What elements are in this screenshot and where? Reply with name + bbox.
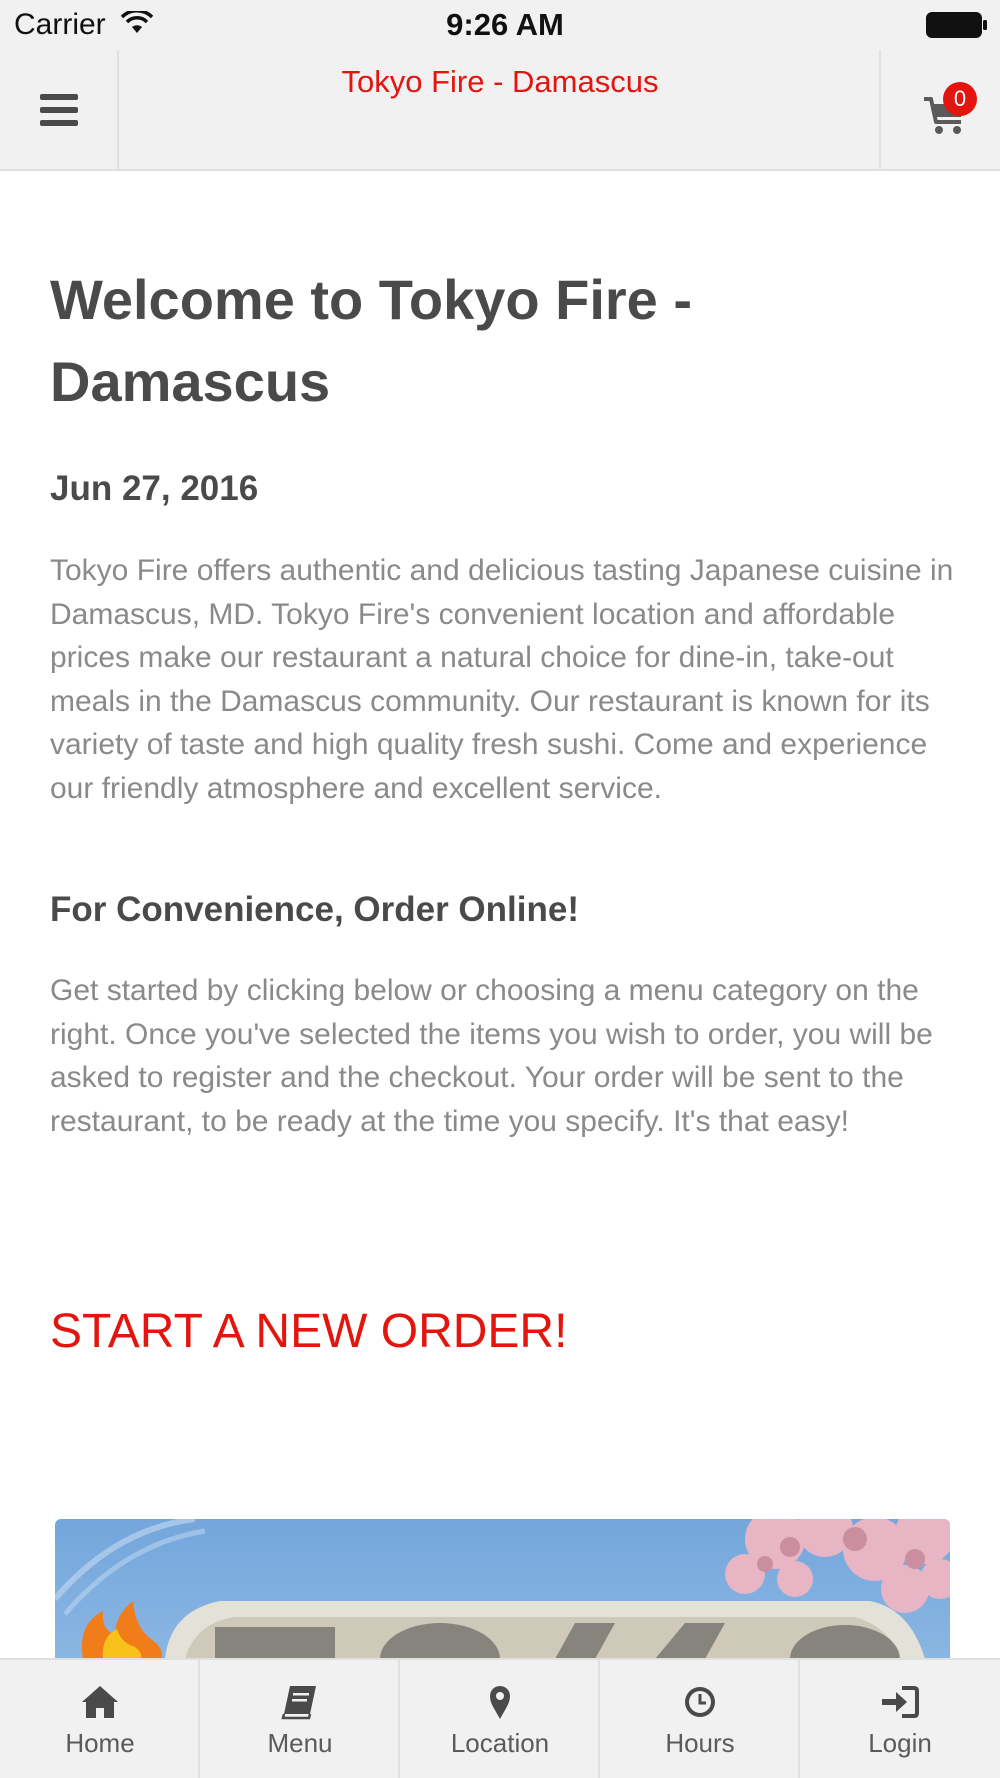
sign-in-icon [882,1686,919,1718]
cart-count-badge: 0 [943,82,977,116]
book-icon [281,1686,316,1720]
battery-icon [926,12,987,38]
tab-hours[interactable]: Hours [600,1660,800,1778]
tab-location[interactable]: Location [400,1660,600,1778]
status-time: 9:26 AM [446,7,564,42]
tab-home[interactable]: Home [0,1660,200,1778]
welcome-heading: Welcome to Tokyo Fire - Damascus [50,268,693,413]
tab-login[interactable]: Login [800,1660,1000,1778]
order-instructions-paragraph: Get started by clicking below or choosin… [50,974,933,1138]
tab-home-label: Home [65,1728,135,1758]
clock-icon [685,1687,715,1717]
menu-toggle-button[interactable] [0,50,119,169]
bottom-tab-bar: Home Menu Location Hours Login [0,1658,1000,1778]
start-new-order-link[interactable]: START A NEW ORDER! [50,1304,567,1359]
status-bar: Carrier 9:26 AM [0,0,1000,50]
hamburger-menu-icon [39,93,78,126]
app-title: Tokyo Fire - Damascus [341,64,659,99]
restaurant-hero-image [55,1519,950,1659]
tab-hours-label: Hours [665,1728,735,1758]
map-marker-icon [490,1686,510,1719]
tab-location-label: Location [450,1728,550,1758]
home-icon [82,1686,118,1718]
intro-paragraph: Tokyo Fire offers authentic and deliciou… [50,554,954,805]
app-header: Tokyo Fire - Damascus 0 [0,50,1000,171]
cart-button[interactable]: 0 [879,50,1000,169]
post-date: Jun 27, 2016 [50,469,259,508]
tab-menu[interactable]: Menu [200,1660,400,1778]
tab-menu-label: Menu [267,1728,333,1758]
order-online-heading: For Convenience, Order Online! [50,890,579,929]
restaurant-sign-graphic [55,1519,950,1659]
tab-login-label: Login [868,1728,932,1758]
